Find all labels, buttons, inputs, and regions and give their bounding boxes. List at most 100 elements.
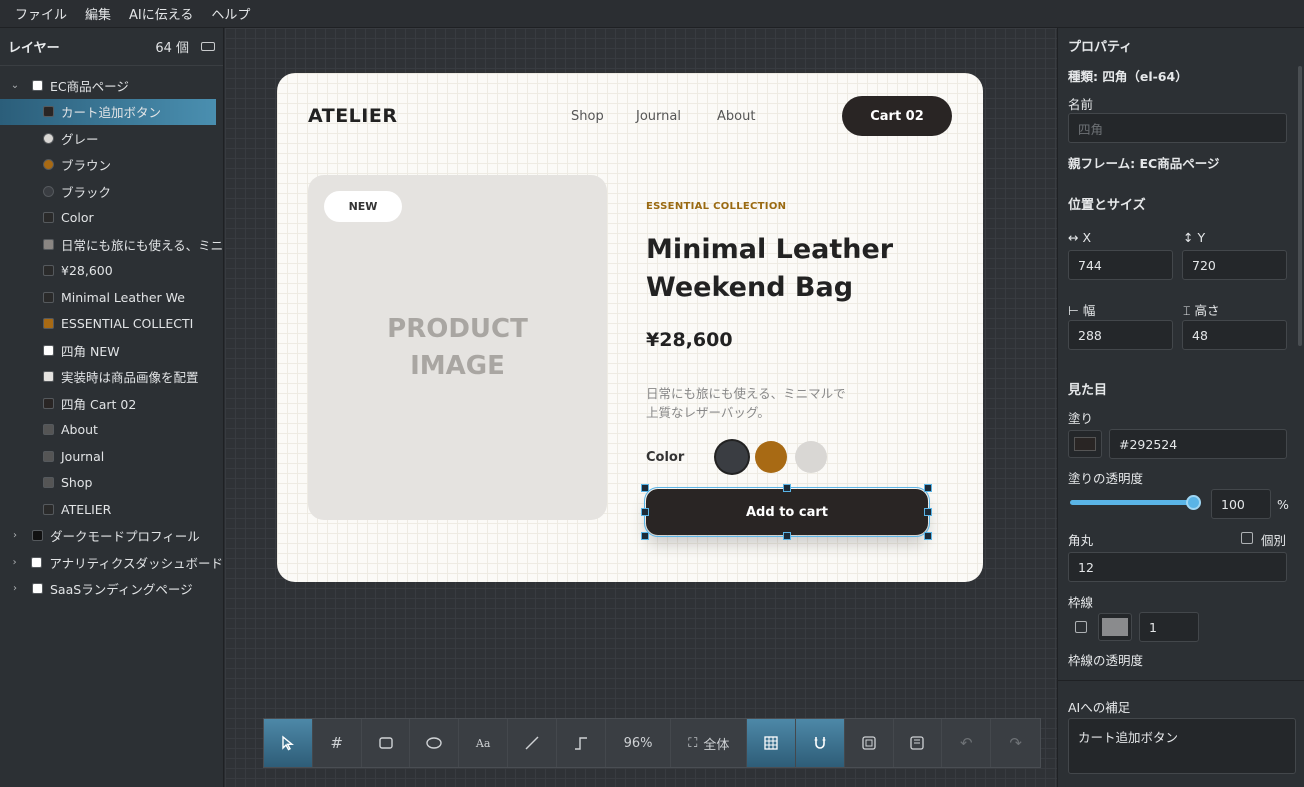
color-label[interactable]: Color [646, 450, 684, 465]
text-tool-icon[interactable]: Aa [459, 719, 509, 767]
layers-count: 64 個 [155, 41, 189, 56]
appearance-title: 見た目 [1068, 383, 1108, 398]
border-width-field[interactable]: 1 [1139, 612, 1199, 642]
resize-handle-b[interactable] [783, 532, 791, 540]
menu-ai[interactable]: AIに伝える [120, 4, 202, 23]
layer-color-swatch [43, 450, 54, 462]
height-field[interactable]: 48 [1182, 320, 1287, 350]
position-size-title: 位置とサイズ [1068, 198, 1146, 213]
layer-row[interactable]: About [0, 417, 223, 444]
nav-about[interactable]: About [717, 109, 755, 124]
cart-button[interactable]: Cart 02 [842, 96, 952, 136]
zoom-level[interactable]: 96% [606, 719, 672, 767]
width-field[interactable]: 288 [1068, 320, 1173, 350]
chevron-right-icon[interactable]: › [8, 583, 22, 594]
layer-row[interactable]: › SaaSランディングページ [0, 576, 223, 603]
layer-row[interactable]: Shop [0, 470, 223, 497]
nav-journal[interactable]: Journal [636, 109, 681, 124]
layer-row[interactable]: Journal [0, 443, 223, 470]
height-label: ⌶ 高さ [1183, 303, 1220, 318]
chevron-right-icon[interactable]: › [8, 557, 21, 568]
fill-color-chip [1074, 437, 1096, 451]
ai-note-section: AIへの補足 カート追加ボタン [1058, 680, 1304, 787]
layer-row[interactable]: Color [0, 205, 223, 232]
swatch-gray[interactable] [795, 441, 827, 473]
frame-tool-icon[interactable]: # [313, 719, 362, 767]
line-tool-icon[interactable] [508, 719, 557, 767]
product-price[interactable]: ¥28,600 [646, 329, 733, 351]
layer-row[interactable]: カート追加ボタン [0, 98, 216, 125]
select-tool-icon[interactable] [264, 719, 313, 767]
x-label: ↔ X [1068, 230, 1092, 245]
layer-row[interactable]: 四角 NEW [0, 337, 223, 364]
snap-magnet-icon[interactable] [795, 719, 845, 767]
layer-label: グレー [61, 131, 99, 147]
resize-handle-br[interactable] [924, 532, 932, 540]
fill-opacity-slider[interactable] [1070, 500, 1196, 505]
resize-handle-t[interactable] [783, 484, 791, 492]
resize-handle-tr[interactable] [924, 484, 932, 492]
ec-product-frame[interactable]: ATELIER Shop Journal About Cart 02 NEW P… [277, 73, 983, 582]
new-badge[interactable]: NEW [324, 191, 402, 222]
canvas[interactable]: ATELIER Shop Journal About Cart 02 NEW P… [225, 28, 1057, 787]
product-image-placeholder[interactable]: NEW PRODUCT IMAGE [308, 175, 607, 520]
ungroup-icon[interactable] [894, 719, 943, 767]
keyboard-icon[interactable] [201, 42, 215, 51]
layer-row[interactable]: ¥28,600 [0, 258, 223, 285]
ellipse-tool-icon[interactable] [410, 719, 460, 767]
layer-row[interactable]: Minimal Leather We [0, 284, 223, 311]
menu-file[interactable]: ファイル [6, 4, 76, 23]
layer-row[interactable]: 日常にも旅にも使える、ミニマ [0, 231, 223, 258]
y-field[interactable]: 720 [1182, 250, 1287, 280]
layer-row[interactable]: ESSENTIAL COLLECTI [0, 311, 223, 338]
undo-icon[interactable]: ↶ [942, 719, 992, 767]
radius-field[interactable]: 12 [1068, 552, 1287, 582]
swatch-brown[interactable] [755, 441, 787, 473]
connector-tool-icon[interactable] [557, 719, 606, 767]
fill-color-swatch[interactable] [1068, 430, 1102, 458]
resize-handle-bl[interactable] [641, 532, 649, 540]
redo-icon[interactable]: ↷ [991, 719, 1040, 767]
fill-opacity-thumb[interactable] [1186, 495, 1201, 510]
properties-scrollbar[interactable] [1298, 66, 1302, 346]
brand-logo[interactable]: ATELIER [308, 105, 397, 127]
ai-note-field[interactable]: カート追加ボタン [1068, 718, 1296, 774]
layer-row[interactable]: 四角 Cart 02 [0, 390, 223, 417]
layer-row[interactable]: ブラウン [0, 152, 223, 179]
rectangle-tool-icon[interactable] [362, 719, 411, 767]
group-icon[interactable] [845, 719, 894, 767]
layer-row[interactable]: ⌄ EC商品ページ [0, 72, 223, 99]
layer-row[interactable]: グレー [0, 125, 223, 152]
chevron-down-icon[interactable]: ⌄ [8, 80, 22, 91]
nav-shop[interactable]: Shop [571, 109, 604, 124]
layer-row[interactable]: ブラック [0, 178, 223, 205]
layer-row[interactable]: ATELIER [0, 496, 223, 523]
grid-toggle-icon[interactable] [747, 719, 796, 767]
layer-row[interactable]: 実装時は商品画像を配置 [0, 364, 223, 391]
layer-row[interactable]: › アナリティクスダッシュボード [0, 549, 223, 576]
border-color-swatch[interactable] [1098, 613, 1132, 641]
fill-hex-field[interactable]: #292524 [1109, 429, 1287, 459]
radius-individual-checkbox[interactable] [1241, 532, 1253, 544]
fit-all-button[interactable]: ⛶ 全体 [671, 719, 748, 767]
add-to-cart-button[interactable]: Add to cart [644, 487, 930, 537]
chevron-right-icon[interactable]: › [8, 530, 22, 541]
fill-opacity-field[interactable]: 100 [1211, 489, 1271, 519]
border-checkbox[interactable] [1075, 621, 1087, 633]
menu-help[interactable]: ヘルプ [202, 4, 259, 23]
layer-label: 日常にも旅にも使える、ミニマ [61, 237, 223, 253]
menu-edit[interactable]: 編集 [76, 4, 120, 23]
collection-label[interactable]: ESSENTIAL COLLECTION [646, 201, 786, 212]
swatch-black[interactable] [716, 441, 748, 473]
product-description[interactable]: 日常にも旅にも使える、ミニマルで 上質なレザーバッグ。 [646, 384, 846, 422]
name-field[interactable]: 四角 [1068, 113, 1287, 143]
resize-handle-r[interactable] [924, 508, 932, 516]
layer-row[interactable]: › ダークモードプロフィール [0, 523, 223, 550]
x-field[interactable]: 744 [1068, 250, 1173, 280]
resize-handle-tl[interactable] [641, 484, 649, 492]
tool-bar: # Aa 96% ⛶ 全体 ↶ ↷ [263, 718, 1041, 768]
product-title[interactable]: Minimal Leather Weekend Bag [646, 231, 906, 307]
layer-label: ダークモードプロフィール [50, 529, 200, 545]
fill-opacity-unit: % [1277, 497, 1289, 512]
resize-handle-l[interactable] [641, 508, 649, 516]
